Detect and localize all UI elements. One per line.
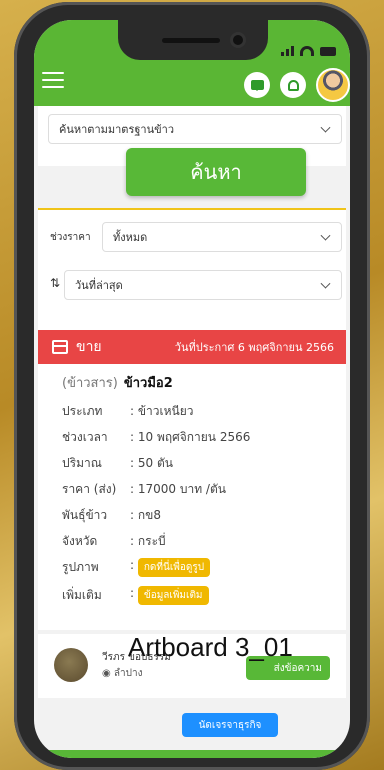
detail-row: ราคา (ส่ง): 17000 บาท /ตัน xyxy=(62,482,226,496)
battery-icon xyxy=(320,47,336,56)
image-row: รูปภาพ: กดที่นี่เพื่อดูรูป xyxy=(62,558,211,577)
notification-button[interactable] xyxy=(280,72,306,98)
search-button[interactable]: ค้นหา xyxy=(126,148,306,196)
post-title: ข้าวมือ2 xyxy=(123,376,173,391)
post-date: วันที่ประกาศ 6 พฤศจิกายน 2566 xyxy=(174,341,334,354)
hamburger-menu-icon[interactable] xyxy=(42,72,64,88)
signal-icon xyxy=(281,46,294,56)
speaker xyxy=(162,38,220,43)
sort-icon: ⇅ xyxy=(50,276,61,290)
title-prefix: (ข้าวสาร) xyxy=(62,376,118,391)
post-header: ขาย วันที่ประกาศ 6 พฤศจิกายน 2566 xyxy=(38,330,346,364)
chevron-down-icon xyxy=(320,278,331,289)
farmer-contact-button[interactable]: นัดเจรจาธุรกิจ xyxy=(182,713,278,737)
chevron-down-icon xyxy=(320,122,331,133)
chevron-down-icon xyxy=(320,230,331,241)
chat-icon xyxy=(250,80,264,91)
standard-select-value: ค้นหาตามมาตรฐานข้าว xyxy=(59,123,174,136)
price-range-select[interactable]: ทั้งหมด xyxy=(102,222,342,252)
artboard-watermark: Artboard 3_01 xyxy=(128,632,293,662)
detail-row: ปริมาณ: 50 ตัน xyxy=(62,456,173,470)
sort-value: วันที่ล่าสุด xyxy=(75,279,123,292)
calendar-icon xyxy=(52,340,68,354)
profile-avatar[interactable] xyxy=(316,68,350,102)
detail-row: ประเภท: ข้าวเหนียว xyxy=(62,404,194,418)
post-card[interactable]: ขาย วันที่ประกาศ 6 พฤศจิกายน 2566 (ข้าวส… xyxy=(38,330,346,630)
view-image-button[interactable]: กดที่นี่เพื่อดูรูป xyxy=(137,558,211,577)
status-bar xyxy=(281,46,336,56)
bottom-bar xyxy=(34,750,350,758)
price-range-value: ทั้งหมด xyxy=(113,231,148,244)
post-type: ขาย xyxy=(76,339,102,355)
detail-row: พันธุ์ข้าว: กข8 xyxy=(62,508,161,522)
price-range-label: ช่วงราคา xyxy=(50,232,91,243)
detail-row: จังหวัด: กระบี่ xyxy=(62,534,166,548)
sort-select[interactable]: วันที่ล่าสุด xyxy=(64,270,342,300)
phone-notch xyxy=(118,20,268,60)
chat-button[interactable] xyxy=(244,72,270,98)
camera xyxy=(230,32,246,48)
detail-row: ช่วงเวลา: 10 พฤศจิกายน 2566 xyxy=(62,430,251,444)
more-row: เพิ่มเติม: ข้อมูลเพิ่มเติม xyxy=(62,586,209,605)
more-info-button[interactable]: ข้อมูลเพิ่มเติม xyxy=(137,586,209,605)
bell-icon xyxy=(287,79,299,91)
standard-select[interactable]: ค้นหาตามมาตรฐานข้าว xyxy=(48,114,342,144)
wifi-icon xyxy=(300,46,314,56)
seller-avatar xyxy=(54,648,88,682)
seller-location: ◉ ลำปาง xyxy=(102,668,143,679)
divider xyxy=(38,208,346,210)
